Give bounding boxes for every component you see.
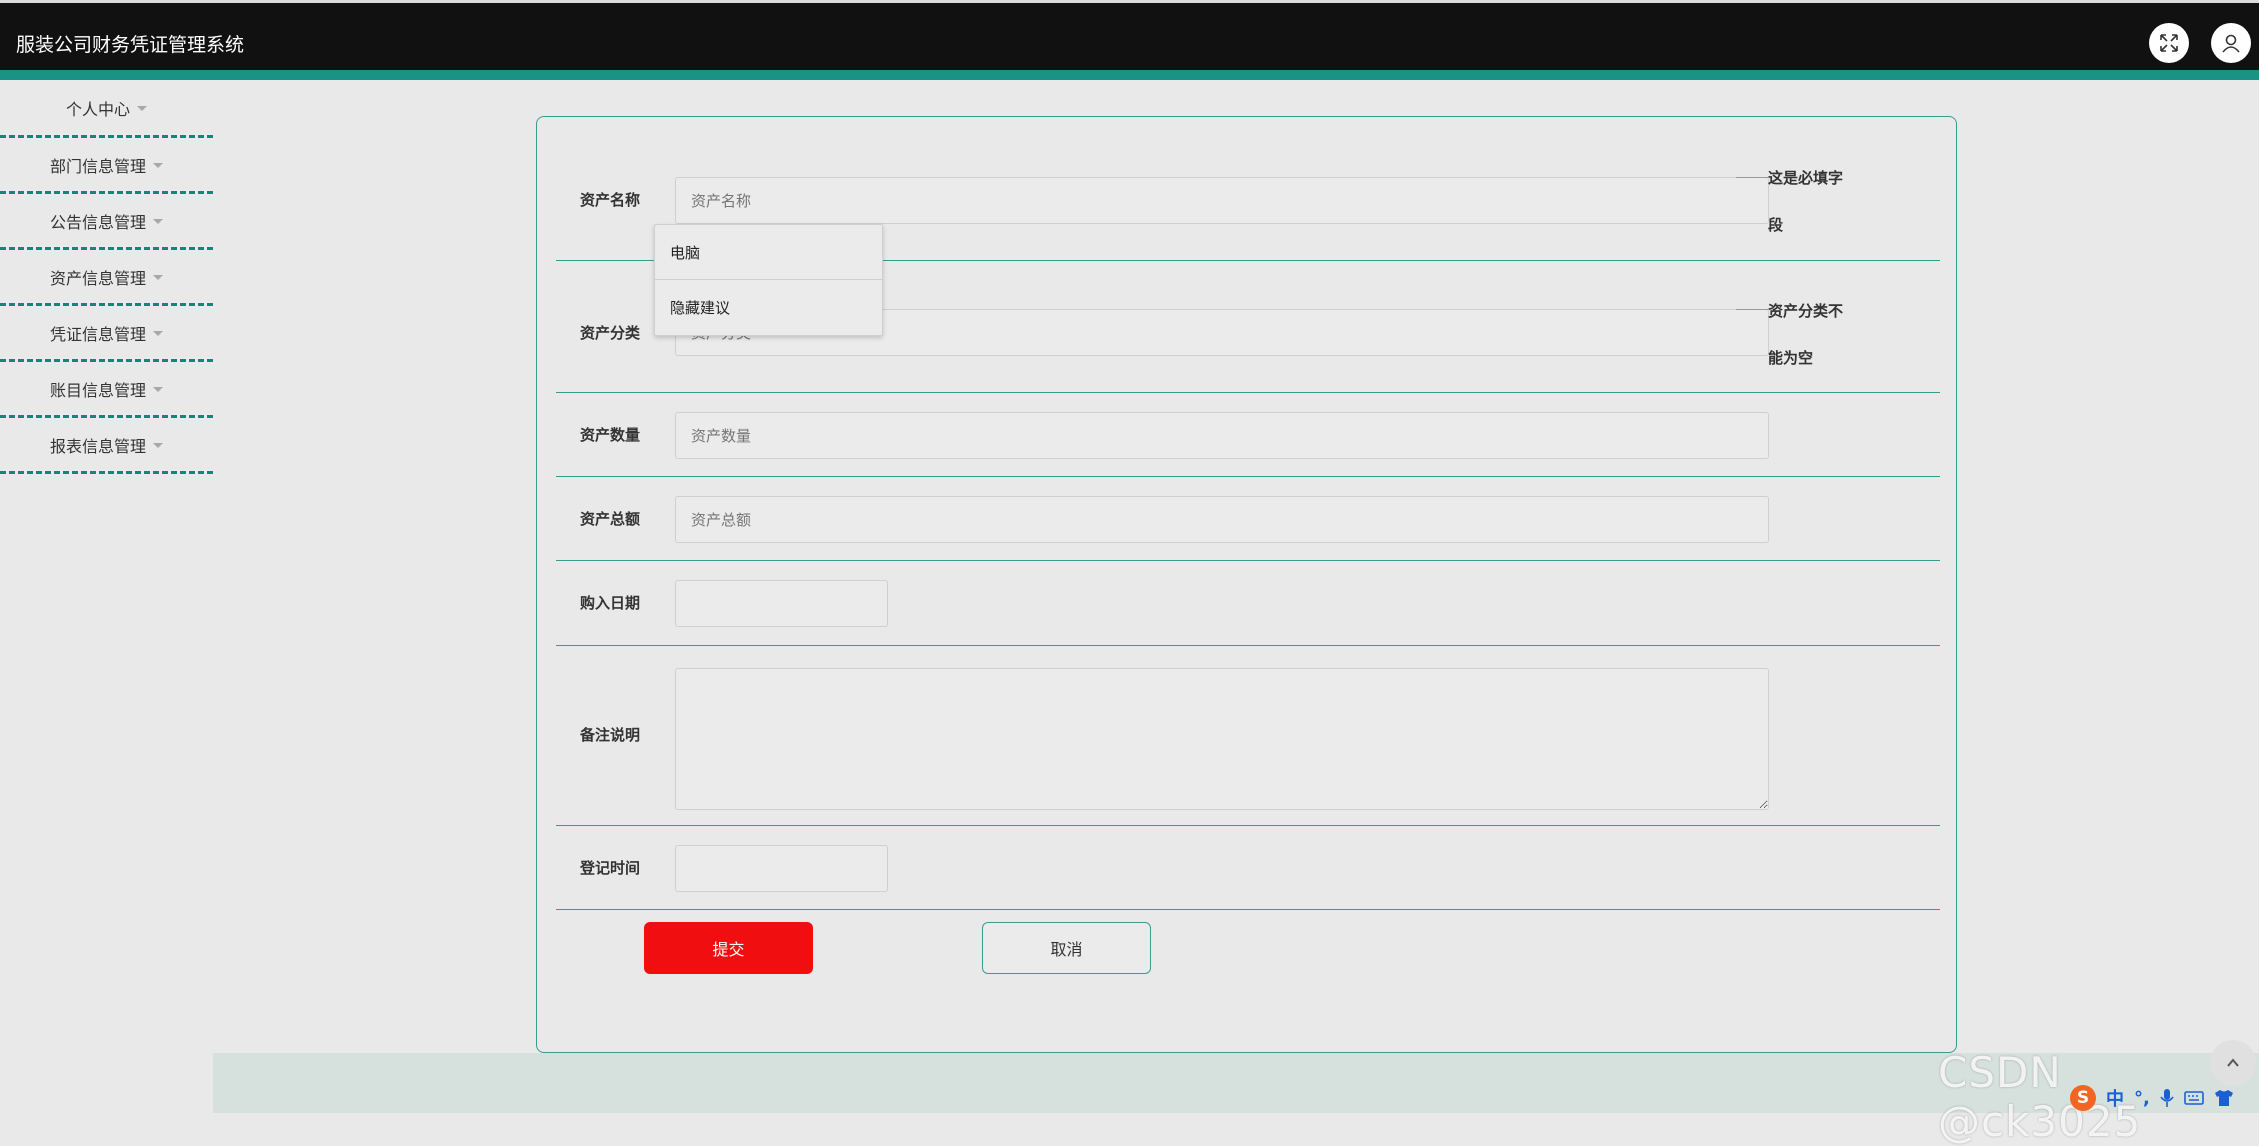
sidebar-item-label: 资产信息管理 [49,268,146,288]
sidebar-item-label: 公告信息管理 [49,212,146,232]
submit-button[interactable]: 提交 [644,922,813,974]
sidebar-item-personal-center[interactable]: 个人中心 [0,80,213,138]
sidebar-item-account[interactable]: 账目信息管理 [0,362,213,418]
sidebar-item-label: 部门信息管理 [49,156,146,176]
register-time-input[interactable] [675,845,888,892]
sidebar-item-department[interactable]: 部门信息管理 [0,138,213,194]
autocomplete-option[interactable]: 电脑 [655,225,882,280]
sidebar-item-asset[interactable]: 资产信息管理 [0,250,213,306]
purchase-date-input[interactable] [675,580,888,627]
back-to-top-button[interactable] [2210,1040,2256,1086]
register-time-label: 登记时间 [580,859,641,877]
form-row-remarks: 备注说明 [556,645,1940,826]
error-connector [1736,309,1768,310]
asset-name-error-line1: 这是必填字 [1768,169,1844,187]
caret-down-icon [153,219,163,224]
user-icon [2222,34,2240,53]
caret-down-icon [137,106,147,111]
skin-shirt-icon[interactable] [2214,1089,2234,1107]
sidebar-item-label: 个人中心 [65,99,130,119]
chevron-up-icon [2227,1058,2239,1067]
error-connector [1736,177,1768,178]
ime-toolbar: S 中 °, [2070,1085,2234,1111]
punctuation-icon[interactable]: °, [2134,1088,2150,1109]
form-row-purchase-date: 购入日期 [556,560,1940,646]
asset-name-label: 资产名称 [580,191,641,209]
microphone-icon[interactable] [2160,1088,2174,1108]
form-row-asset-quantity: 资产数量 [556,392,1940,477]
fullscreen-button[interactable] [2149,23,2189,63]
form-row-asset-total: 资产总额 [556,476,1940,561]
sidebar-item-voucher[interactable]: 凭证信息管理 [0,306,213,362]
asset-quantity-label: 资产数量 [580,426,641,444]
asset-name-input[interactable] [675,177,1769,224]
purchase-date-label: 购入日期 [580,594,641,612]
form-row-register-time: 登记时间 [556,825,1940,910]
asset-category-error-line2: 能为空 [1768,349,1814,367]
accent-strip [0,70,2259,80]
asset-total-input[interactable] [675,496,1769,543]
top-navbar: 服装公司财务凭证管理系统 [0,0,2259,70]
sidebar-item-announcement[interactable]: 公告信息管理 [0,194,213,250]
sidebar-item-label: 凭证信息管理 [49,324,146,344]
caret-down-icon [153,387,163,392]
remarks-textarea[interactable] [675,668,1769,810]
sidebar-item-label: 账目信息管理 [49,380,146,400]
sidebar-item-report[interactable]: 报表信息管理 [0,418,213,474]
sidebar-item-label: 报表信息管理 [49,436,146,456]
asset-total-label: 资产总额 [580,510,641,528]
sogou-logo-icon: S [2070,1085,2096,1111]
asset-name-error-line2: 段 [1768,216,1784,234]
asset-category-error-line1: 资产分类不 [1768,302,1844,320]
caret-down-icon [153,163,163,168]
app-title: 服装公司财务凭证管理系统 [16,34,245,56]
sidebar: 个人中心 部门信息管理 公告信息管理 资产信息管理 凭证信息管理 账目信息管理 … [0,80,213,474]
autocomplete-dropdown: 电脑 隐藏建议 [654,224,883,336]
caret-down-icon [153,275,163,280]
caret-down-icon [153,443,163,448]
keyboard-icon[interactable] [2184,1090,2204,1106]
asset-quantity-input[interactable] [675,412,1769,459]
asset-category-label: 资产分类 [580,324,641,342]
cancel-button[interactable]: 取消 [982,922,1151,974]
caret-down-icon [153,331,163,336]
ime-mode[interactable]: 中 [2106,1085,2124,1111]
expand-arrows-icon [2160,34,2178,52]
remarks-label: 备注说明 [580,726,641,744]
user-button[interactable] [2211,23,2251,63]
hide-suggestions-option[interactable]: 隐藏建议 [655,280,882,335]
